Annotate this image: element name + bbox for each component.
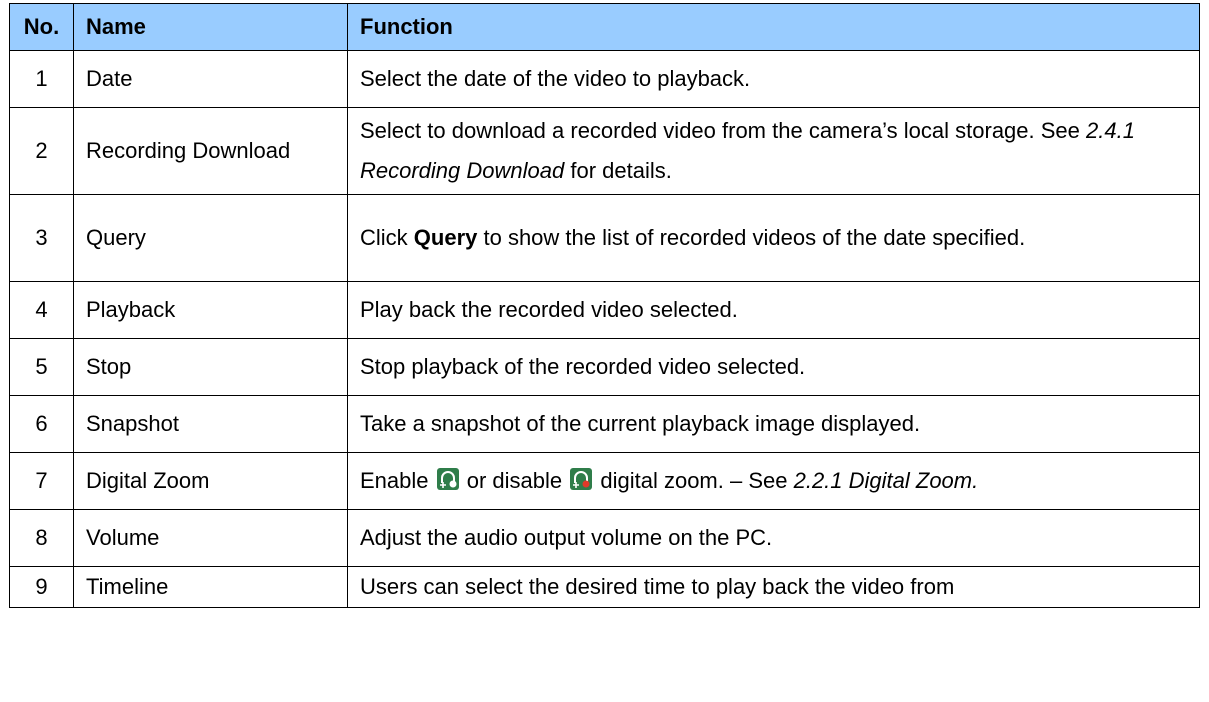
function-text: Stop playback of the recorded video sele… <box>360 354 806 379</box>
table-row: 2 Recording Download Select to download a … <box>9 107 1200 195</box>
row-name: Playback <box>73 281 348 339</box>
function-text: or disable <box>460 468 569 493</box>
row-function: Play back the recorded video selected. <box>347 281 1200 339</box>
function-text: Take a snapshot of the current playback … <box>360 411 921 436</box>
row-name: Recording Download <box>73 107 348 195</box>
function-text: Play back the recorded video selected. <box>360 297 738 322</box>
row-name: Snapshot <box>73 395 348 453</box>
row-function: Users can select the desired time to pla… <box>347 566 1200 608</box>
header-no: No. <box>9 3 74 51</box>
table-row: 5 Stop Stop playback of the recorded video… <box>9 338 1200 396</box>
header-function: Function <box>347 3 1200 51</box>
row-function: Enable or disable digital zoom. – See 2.… <box>347 452 1200 510</box>
row-function: Adjust the audio output volume on the PC… <box>347 509 1200 567</box>
table-body: 1 Date Select the date of the video to pla… <box>9 50 1200 608</box>
emphasized-term: Query <box>413 225 478 250</box>
function-text: Select the date of the video to playback… <box>360 66 751 91</box>
row-number: 9 <box>9 566 74 608</box>
table-row: 7 Digital Zoom Enable or disable digital z… <box>9 452 1200 510</box>
row-number: 7 <box>9 452 74 510</box>
table-row: 4 Playback Play back the recorded video se… <box>9 281 1200 339</box>
zoom-disable-icon <box>570 468 593 490</box>
table-row: 3 Query Click Query to show the list of re… <box>9 194 1200 282</box>
function-text: for details. <box>564 158 672 183</box>
row-name: Volume <box>73 509 348 567</box>
table-row: 8 Volume Adjust the audio output volume on… <box>9 509 1200 567</box>
row-function: Click Query to show the list of recorded… <box>347 194 1200 282</box>
function-text: Users can select the desired time to pla… <box>360 574 955 599</box>
function-text: to show the list of recorded videos of t… <box>477 225 1026 250</box>
function-table: No. Name Function 1 Date Select the date o… <box>9 3 1200 608</box>
function-text: digital zoom. – See <box>594 468 794 493</box>
row-number: 6 <box>9 395 74 453</box>
row-function: Select to download a recorded video from… <box>347 107 1200 195</box>
table-header-row: No. Name Function <box>9 3 1200 51</box>
function-text: Adjust the audio output volume on the PC… <box>360 525 773 550</box>
row-number: 4 <box>9 281 74 339</box>
table-row: 9 Timeline Users can select the desired ti… <box>9 566 1200 608</box>
section-reference: 2.2.1 Digital Zoom. <box>793 468 979 493</box>
row-number: 5 <box>9 338 74 396</box>
row-number: 3 <box>9 194 74 282</box>
table-row: 1 Date Select the date of the video to pla… <box>9 50 1200 108</box>
function-text: Enable <box>360 468 435 493</box>
row-function: Take a snapshot of the current playback … <box>347 395 1200 453</box>
zoom-enable-icon <box>436 468 459 490</box>
function-text: Click <box>360 225 414 250</box>
header-name: Name <box>73 3 348 51</box>
row-name: Stop <box>73 338 348 396</box>
row-number: 1 <box>9 50 74 108</box>
row-number: 2 <box>9 107 74 195</box>
table-row: 6 Snapshot Take a snapshot of the current … <box>9 395 1200 453</box>
row-name: Query <box>73 194 348 282</box>
row-name: Digital Zoom <box>73 452 348 510</box>
row-function: Select the date of the video to playback… <box>347 50 1200 108</box>
row-name: Date <box>73 50 348 108</box>
row-name: Timeline <box>73 566 348 608</box>
function-text: Select to download a recorded video from… <box>360 118 1086 143</box>
row-number: 8 <box>9 509 74 567</box>
row-function: Stop playback of the recorded video sele… <box>347 338 1200 396</box>
